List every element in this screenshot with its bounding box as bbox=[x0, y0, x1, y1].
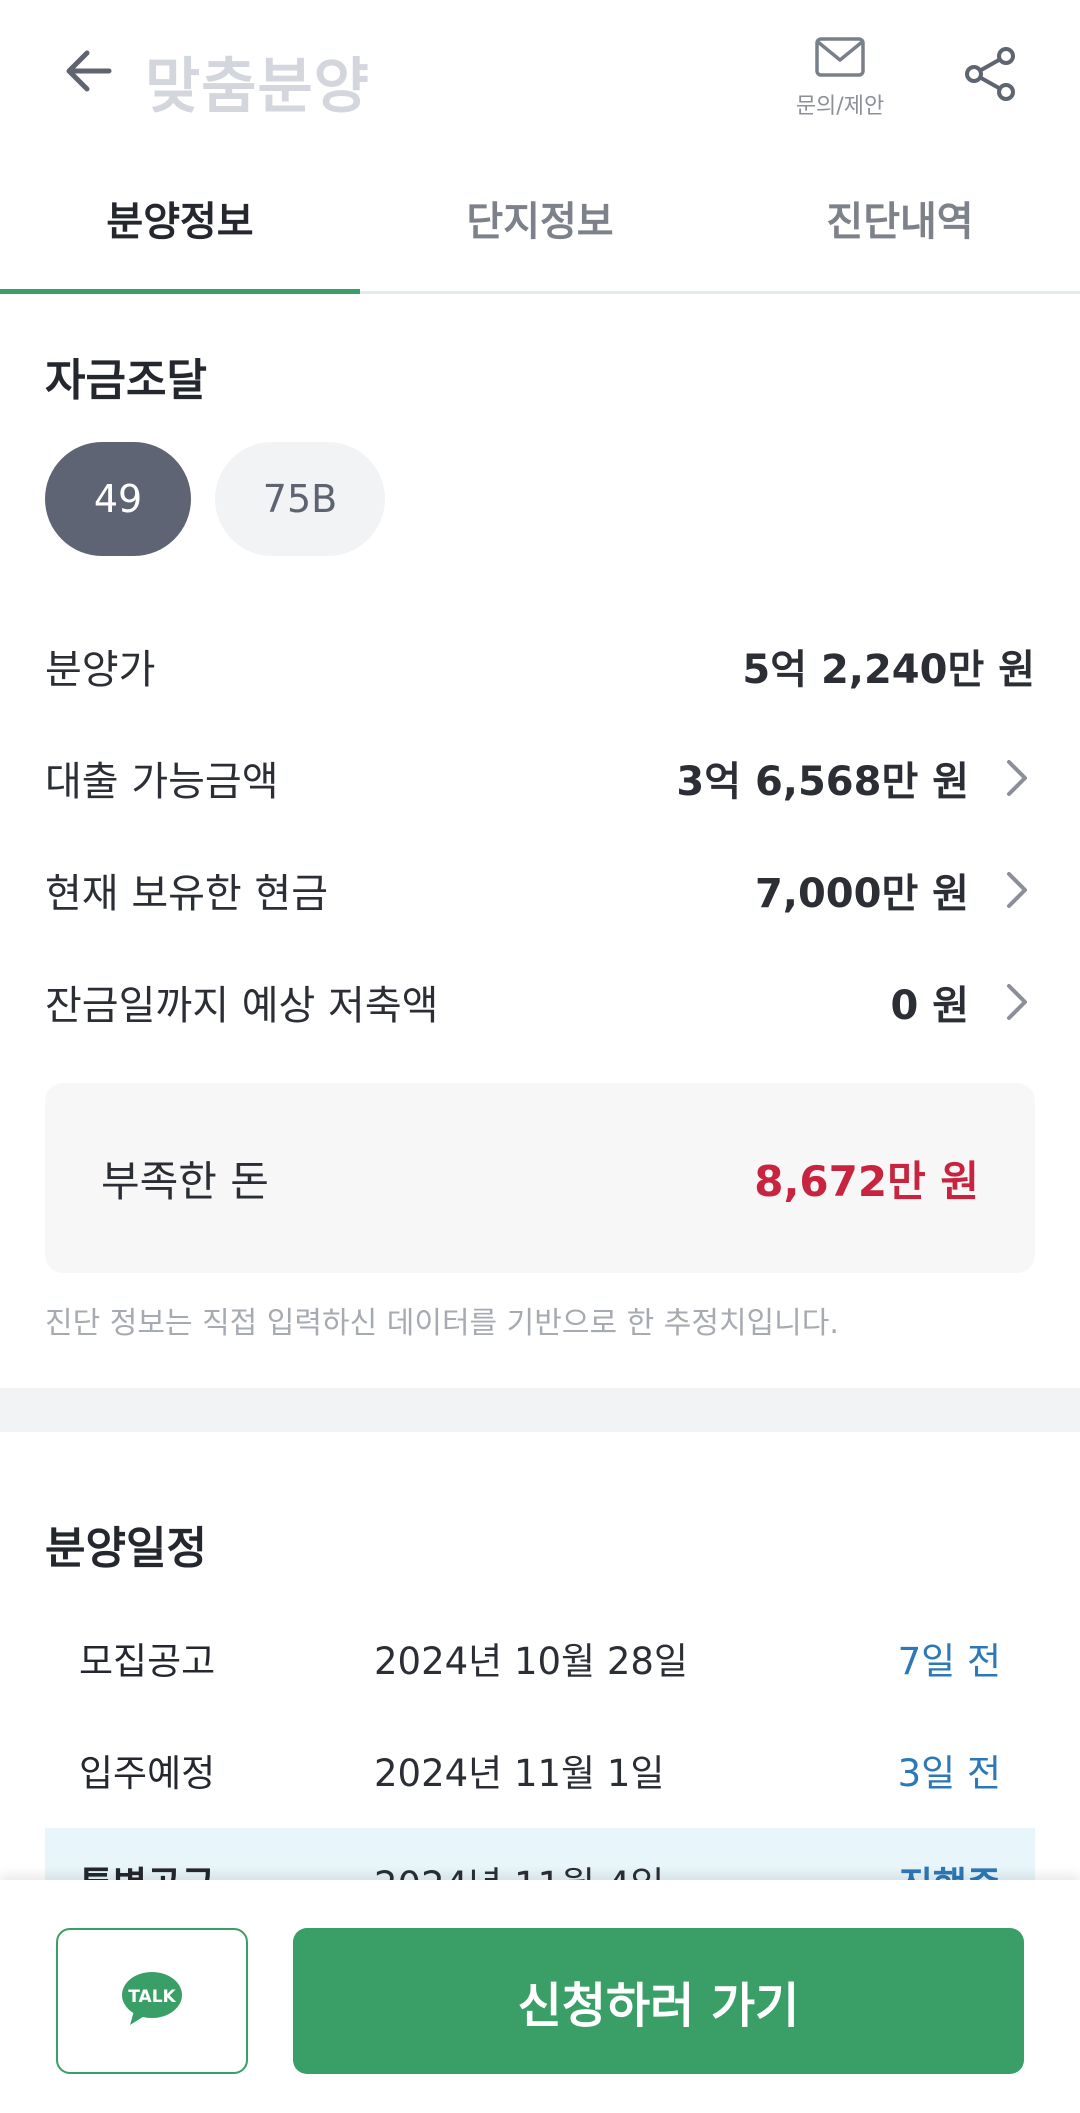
share-button[interactable] bbox=[956, 42, 1024, 110]
funding-section-title: 자금조달 bbox=[45, 355, 207, 406]
arrow-left-icon bbox=[61, 43, 117, 103]
page: 맞춤분양 문의/제안 분양정보 단지정보 진단내역 자금조달 49 75B 분양… bbox=[0, 0, 1080, 2113]
cash-on-hand-label: 현재 보유한 현금 bbox=[45, 871, 329, 917]
schedule-date: 2024년 10월 28일 bbox=[374, 1640, 688, 1683]
sale-price-value: 5억 2,240만 원 bbox=[742, 647, 1035, 693]
shortfall-label: 부족한 돈 bbox=[101, 1156, 269, 1206]
bottom-action-bar: TALK 신청하러 가기 bbox=[0, 1880, 1080, 2113]
schedule-row: 입주예정 2024년 11월 1일 3일 전 bbox=[45, 1716, 1035, 1824]
chevron-right-icon bbox=[991, 753, 1041, 803]
tab-diagnosis-history[interactable]: 진단내역 bbox=[720, 170, 1080, 291]
expected-savings-row[interactable]: 잔금일까지 예상 저축액 0 원 bbox=[45, 962, 1035, 1042]
tab-complex-info[interactable]: 단지정보 bbox=[360, 170, 720, 291]
envelope-icon bbox=[814, 36, 866, 82]
estimate-notice: 진단 정보는 직접 입력하신 데이터를 기반으로 한 추정치입니다. bbox=[45, 1306, 839, 1341]
apply-button[interactable]: 신청하러 가기 bbox=[293, 1928, 1024, 2074]
unit-type-chip-49[interactable]: 49 bbox=[45, 442, 191, 556]
back-button[interactable] bbox=[56, 40, 122, 106]
app-header: 맞춤분양 문의/제안 bbox=[0, 0, 1080, 150]
unit-type-chips: 49 75B bbox=[45, 442, 385, 556]
expected-savings-value: 0 원 bbox=[890, 983, 969, 1029]
inquiry-label: 문의/제안 bbox=[795, 94, 885, 119]
schedule-name: 입주예정 bbox=[79, 1752, 216, 1795]
expected-savings-label: 잔금일까지 예상 저축액 bbox=[45, 983, 439, 1029]
talk-label: TALK bbox=[128, 1987, 176, 2007]
schedule-name: 모집공고 bbox=[79, 1640, 216, 1683]
schedule-dday: 3일 전 bbox=[897, 1752, 1001, 1795]
section-divider bbox=[0, 1388, 1080, 1432]
page-title: 맞춤분양 bbox=[145, 52, 370, 122]
talk-button[interactable]: TALK bbox=[56, 1928, 248, 2074]
schedule-date: 2024년 11월 1일 bbox=[374, 1752, 665, 1795]
loan-amount-row[interactable]: 대출 가능금액 3억 6,568만 원 bbox=[45, 738, 1035, 818]
schedule-row: 모집공고 2024년 10월 28일 7일 전 bbox=[45, 1604, 1035, 1712]
loan-amount-label: 대출 가능금액 bbox=[45, 759, 279, 805]
sale-price-row: 분양가 5억 2,240만 원 bbox=[45, 626, 1035, 706]
tab-sale-info[interactable]: 분양정보 bbox=[0, 170, 360, 294]
share-icon bbox=[960, 44, 1020, 108]
unit-type-chip-75b[interactable]: 75B bbox=[215, 442, 385, 556]
schedule-dday: 7일 전 bbox=[897, 1640, 1001, 1683]
sale-price-label: 분양가 bbox=[45, 647, 156, 693]
inquiry-button[interactable]: 문의/제안 bbox=[780, 36, 900, 126]
shortfall-value: 8,672만 원 bbox=[754, 1156, 979, 1206]
shortfall-box: 부족한 돈 8,672만 원 bbox=[45, 1083, 1035, 1273]
tab-bar: 분양정보 단지정보 진단내역 bbox=[0, 170, 1080, 294]
chevron-right-icon bbox=[991, 865, 1041, 915]
talk-chat-icon: TALK bbox=[120, 1969, 184, 2033]
chevron-right-icon bbox=[991, 977, 1041, 1027]
cash-on-hand-value: 7,000만 원 bbox=[754, 871, 969, 917]
schedule-section-title: 분양일정 bbox=[45, 1523, 207, 1574]
cash-on-hand-row[interactable]: 현재 보유한 현금 7,000만 원 bbox=[45, 850, 1035, 930]
loan-amount-value: 3억 6,568만 원 bbox=[676, 759, 969, 805]
